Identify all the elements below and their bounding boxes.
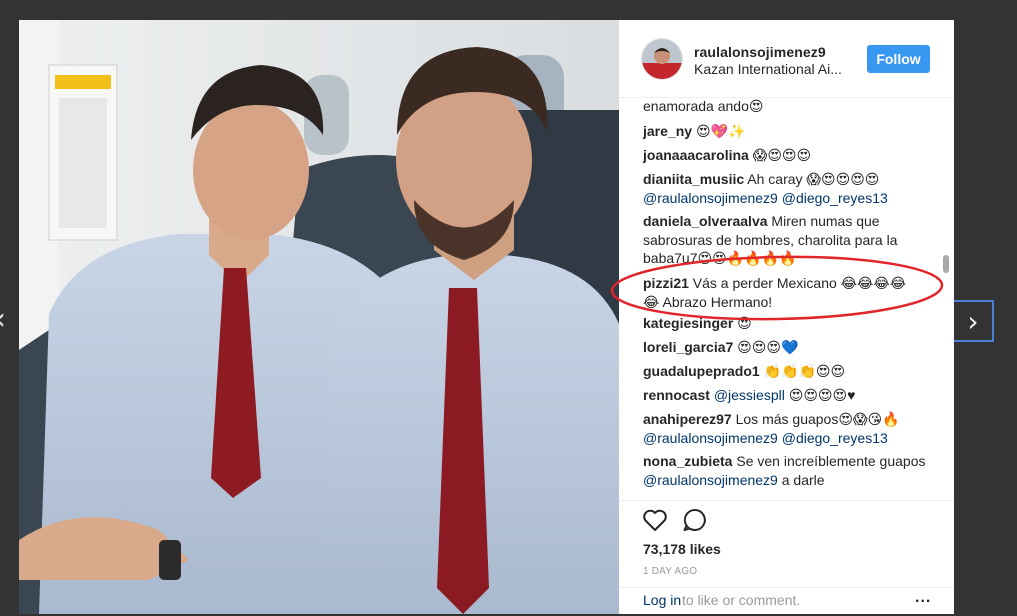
comment-text: enamorada ando [643, 98, 749, 114]
post-location[interactable]: Kazan International Ai... [694, 61, 854, 77]
comment-text: a darle [781, 471, 825, 488]
comment-username[interactable]: rennocast [643, 387, 710, 403]
comment-username[interactable]: dianiita_musiic [643, 171, 744, 187]
comment-username[interactable]: joanaaacarolina [643, 147, 749, 163]
comment-item: anahiperez97 Los más guapos😍😱😘🔥 @raulalo… [643, 410, 943, 447]
login-row: Log in to like or comment. ... [619, 587, 954, 616]
photo-illustration [19, 20, 619, 614]
comment-item: enamorada ando😍 [643, 98, 943, 116]
comment-mention[interactable]: @raulalonsojimenez9 [643, 472, 778, 488]
comment-emoji: 😍😍😍💙 [737, 339, 799, 355]
comment-mention[interactable]: @raulalonsojimenez9 [643, 430, 778, 446]
post-actions: 73,178 likes 1 DAY AGO Log in to like or… [619, 500, 954, 615]
comment-emoji: 😍💖✨ [695, 123, 746, 139]
comment-item: guadalupeprado1 👏👏👏😍😍 [643, 362, 943, 381]
comment-item: joanaaacarolina 😱😍😍😍 [643, 146, 943, 165]
post-timestamp[interactable]: 1 DAY AGO [643, 566, 697, 577]
comment-username[interactable]: guadalupeprado1 [643, 363, 760, 379]
comment-username[interactable]: daniela_olveraalva [643, 213, 768, 229]
more-options-icon[interactable]: ... [915, 589, 931, 607]
login-link[interactable]: Log in [643, 592, 681, 608]
comment-mention[interactable]: @diego_reyes13 [782, 190, 888, 206]
comment-item: nona_zubieta Se ven increíblemente guapo… [643, 452, 943, 489]
comment-username[interactable]: anahiperez97 [643, 411, 732, 427]
heart-icon[interactable] [641, 506, 669, 534]
comment-username[interactable]: loreli_garcia7 [643, 339, 733, 355]
comment-mention[interactable]: @raulalonsojimenez9 [643, 190, 778, 206]
comment-item: loreli_garcia7 😍😍😍💙 [643, 338, 943, 357]
comment-item: jare_ny 😍💖✨ [643, 122, 943, 141]
comment-text: Los más guapos [735, 411, 839, 427]
post-photo [19, 20, 619, 614]
comment-text: Se ven increíblemente guapos [736, 453, 926, 469]
comment-username[interactable]: jare_ny [643, 123, 692, 139]
comment-username[interactable]: nona_zubieta [643, 453, 732, 469]
login-prompt: to like or comment. [682, 592, 801, 608]
previous-post-arrow[interactable]: ‹ [0, 300, 14, 340]
comment-item: dianiita_musiic Ah caray 😱😍😍😍😍 @raulalon… [643, 170, 943, 207]
avatar-image [642, 39, 682, 79]
comment-emoji: 😍 [748, 98, 764, 114]
comment-emoji: 😱😍😍😍😍 [806, 171, 880, 187]
avatar[interactable] [642, 39, 682, 79]
comment-mention[interactable]: @jessiespll [714, 387, 785, 403]
highlight-ellipse [610, 255, 944, 321]
next-post-arrow[interactable]: › [954, 300, 994, 342]
post-header: raulalonsojimenez9 Kazan International A… [619, 20, 954, 98]
comment-emoji: 👏👏👏😍😍 [763, 363, 846, 379]
comment-item: rennocast @jessiespll 😍😍😍😍♥ [643, 386, 943, 405]
comment-icon[interactable] [681, 506, 709, 534]
comment-mention[interactable]: @diego_reyes13 [782, 430, 888, 446]
post-username[interactable]: raulalonsojimenez9 [694, 44, 826, 60]
comment-emoji: 😍😱😘🔥 [838, 411, 900, 427]
comment-text: Ah caray [747, 171, 803, 187]
follow-button[interactable]: Follow [867, 45, 930, 73]
comment-emoji: 😍😍😍😍♥ [788, 387, 856, 403]
comment-emoji: 😱😍😍😍 [752, 147, 812, 163]
likes-count[interactable]: 73,178 likes [643, 541, 721, 557]
